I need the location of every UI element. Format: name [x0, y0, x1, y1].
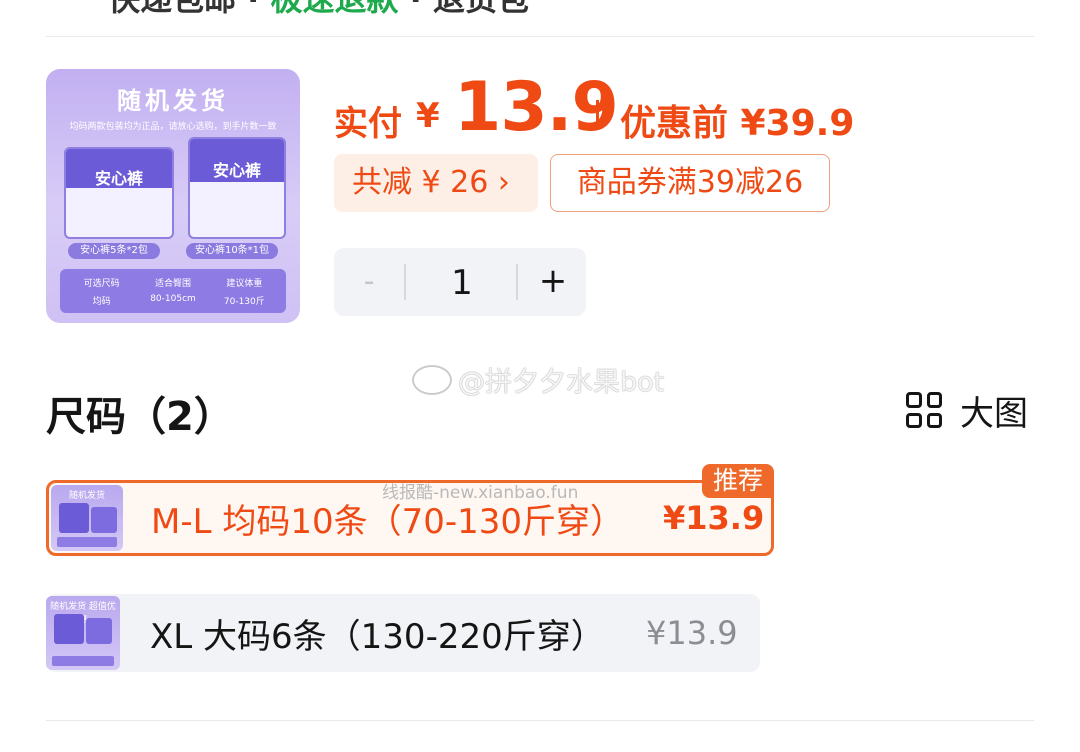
weibo-icon: [412, 365, 452, 395]
decrease-button[interactable]: -: [334, 248, 404, 316]
option-thumb-text: 随机发货: [68, 491, 105, 501]
spec-header: 建议体重: [226, 278, 263, 289]
option-price: ¥13.9: [646, 614, 738, 652]
size-section-title: 尺码（2）: [46, 394, 234, 440]
stepper-divider: [516, 264, 518, 300]
paid-label: 实付: [334, 104, 402, 144]
spec-value: 均码: [92, 296, 111, 307]
spec-value: 70-130斤: [223, 296, 265, 307]
watermark: @拼夕夕水果bot: [412, 360, 664, 399]
spec-header: 可选尺码: [83, 278, 120, 289]
increase-button[interactable]: +: [520, 248, 586, 316]
thumb-subtitle: 均码两款包装均为正品，请放心选购，到手片数一致: [69, 122, 277, 132]
coupon-tag: 商品券满39减26: [550, 154, 830, 212]
recommend-badge: 推荐: [702, 464, 774, 498]
pack-brand-1: 安心裤: [94, 168, 143, 188]
spec-header-row: 可选尺码 适合臀围 建议体重: [66, 276, 280, 289]
pack-image-2: 安心裤: [188, 137, 286, 239]
currency-symbol: ¥: [416, 96, 440, 136]
delivery-text: 快递包邮 ·: [108, 0, 270, 18]
product-image[interactable]: 随机发货 均码两款包装均为正品，请放心选购，到手片数一致 安心裤 安心裤 安心裤…: [46, 69, 300, 323]
big-view-label: 大图: [960, 393, 1028, 434]
pack-brand-2: 安心裤: [212, 160, 261, 180]
price-separator: [596, 100, 599, 130]
paid-price-int: 13: [454, 68, 548, 147]
option-thumb: 随机发货 超值优惠: [46, 596, 120, 670]
pack-label-2: 安心裤10条*1包: [186, 243, 278, 259]
watermark-site: 线报酷-new.xianbao.fun: [382, 483, 579, 503]
bottom-divider: [46, 720, 1034, 721]
spec-value-row: 均码 80-105cm 70-130斤: [66, 294, 280, 307]
return-text: · 退货包: [398, 0, 529, 18]
original-price: 优惠前 ¥39.9: [620, 103, 855, 144]
paid-price-dec: .9: [546, 68, 619, 147]
size-option-xl[interactable]: 随机发货 超值优惠 XL 大码6条（130-220斤穿） ¥13.9: [46, 594, 760, 672]
top-divider: [46, 36, 1034, 37]
grid-icon: [906, 392, 942, 428]
pack-label-1: 安心裤5条*2包: [68, 243, 160, 259]
pack-image-1: 安心裤: [64, 147, 174, 239]
refund-highlight: 极速退款: [270, 0, 398, 18]
option-thumb: 随机发货: [51, 485, 123, 551]
spec-value: 80-105cm: [150, 293, 196, 304]
spec-header: 适合臀围: [154, 278, 191, 289]
quantity-stepper: - 1 +: [334, 248, 586, 316]
delivery-info: 快递包邮 · 极速退款 · 退货包: [108, 0, 529, 20]
spec-table: 可选尺码 适合臀围 建议体重 均码 80-105cm 70-130斤: [60, 269, 286, 313]
paid-price: 13.9: [454, 68, 619, 147]
total-discount-tag[interactable]: 共减 ¥ 26 ›: [334, 154, 538, 212]
watermark-text: @拼夕夕水果bot: [458, 367, 665, 398]
option-label: XL 大码6条（130-220斤穿）: [150, 616, 605, 657]
quantity-input[interactable]: 1: [406, 248, 518, 316]
thumb-title: 随机发货: [117, 87, 229, 115]
big-view-button[interactable]: 大图: [906, 388, 1028, 434]
